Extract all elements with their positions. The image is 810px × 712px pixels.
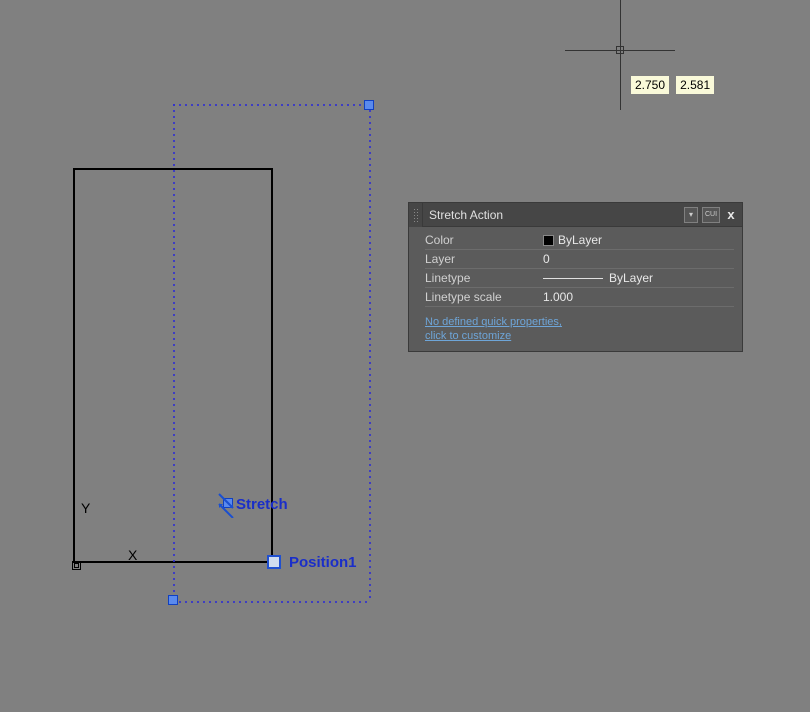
panel-body: Color ByLayer Layer 0 Linetype ByLayer L… xyxy=(409,227,742,309)
prop-value[interactable]: 0 xyxy=(543,252,734,266)
prop-label: Linetype scale xyxy=(425,290,543,304)
axis-y-label: Y xyxy=(81,500,90,516)
panel-dropdown-icon[interactable]: ▾ xyxy=(684,207,698,223)
customize-link[interactable]: No defined quick properties, xyxy=(425,315,726,329)
axis-x-label: X xyxy=(128,547,137,563)
stretch-label: Stretch xyxy=(236,496,288,513)
grip-top-right[interactable] xyxy=(364,100,374,110)
prop-row-linetype[interactable]: Linetype ByLayer xyxy=(425,269,734,288)
position-label: Position1 xyxy=(289,554,357,571)
prop-row-color[interactable]: Color ByLayer xyxy=(425,231,734,250)
stretch-frame[interactable] xyxy=(173,104,369,601)
coord-x: 2.750 xyxy=(630,75,670,95)
prop-value[interactable]: 1.000 xyxy=(543,290,734,304)
panel-drag-handle-icon[interactable] xyxy=(409,203,423,227)
grip-position-parameter[interactable] xyxy=(267,555,281,569)
linetype-swatch-icon xyxy=(543,278,603,279)
panel-footer: No defined quick properties, click to cu… xyxy=(409,309,742,351)
quick-properties-panel[interactable]: Stretch Action ▾ CUI x Color ByLayer Lay… xyxy=(408,202,743,352)
panel-header[interactable]: Stretch Action ▾ CUI x xyxy=(409,203,742,227)
grip-bottom-left[interactable] xyxy=(168,595,178,605)
panel-close-button[interactable]: x xyxy=(724,208,738,222)
panel-title: Stretch Action xyxy=(423,208,684,222)
panel-cui-button[interactable]: CUI xyxy=(702,207,720,223)
prop-row-linetype-scale[interactable]: Linetype scale 1.000 xyxy=(425,288,734,307)
prop-label: Color xyxy=(425,233,543,247)
ucs-origin-icon xyxy=(72,556,86,570)
color-swatch-icon xyxy=(543,235,554,246)
prop-value[interactable]: ByLayer xyxy=(543,271,734,285)
prop-label: Layer xyxy=(425,252,543,266)
coord-y: 2.581 xyxy=(675,75,715,95)
customize-link2[interactable]: click to customize xyxy=(425,329,726,343)
coordinate-readout: 2.750 2.581 xyxy=(630,75,717,95)
prop-label: Linetype xyxy=(425,271,543,285)
prop-value[interactable]: ByLayer xyxy=(543,233,734,247)
prop-row-layer[interactable]: Layer 0 xyxy=(425,250,734,269)
